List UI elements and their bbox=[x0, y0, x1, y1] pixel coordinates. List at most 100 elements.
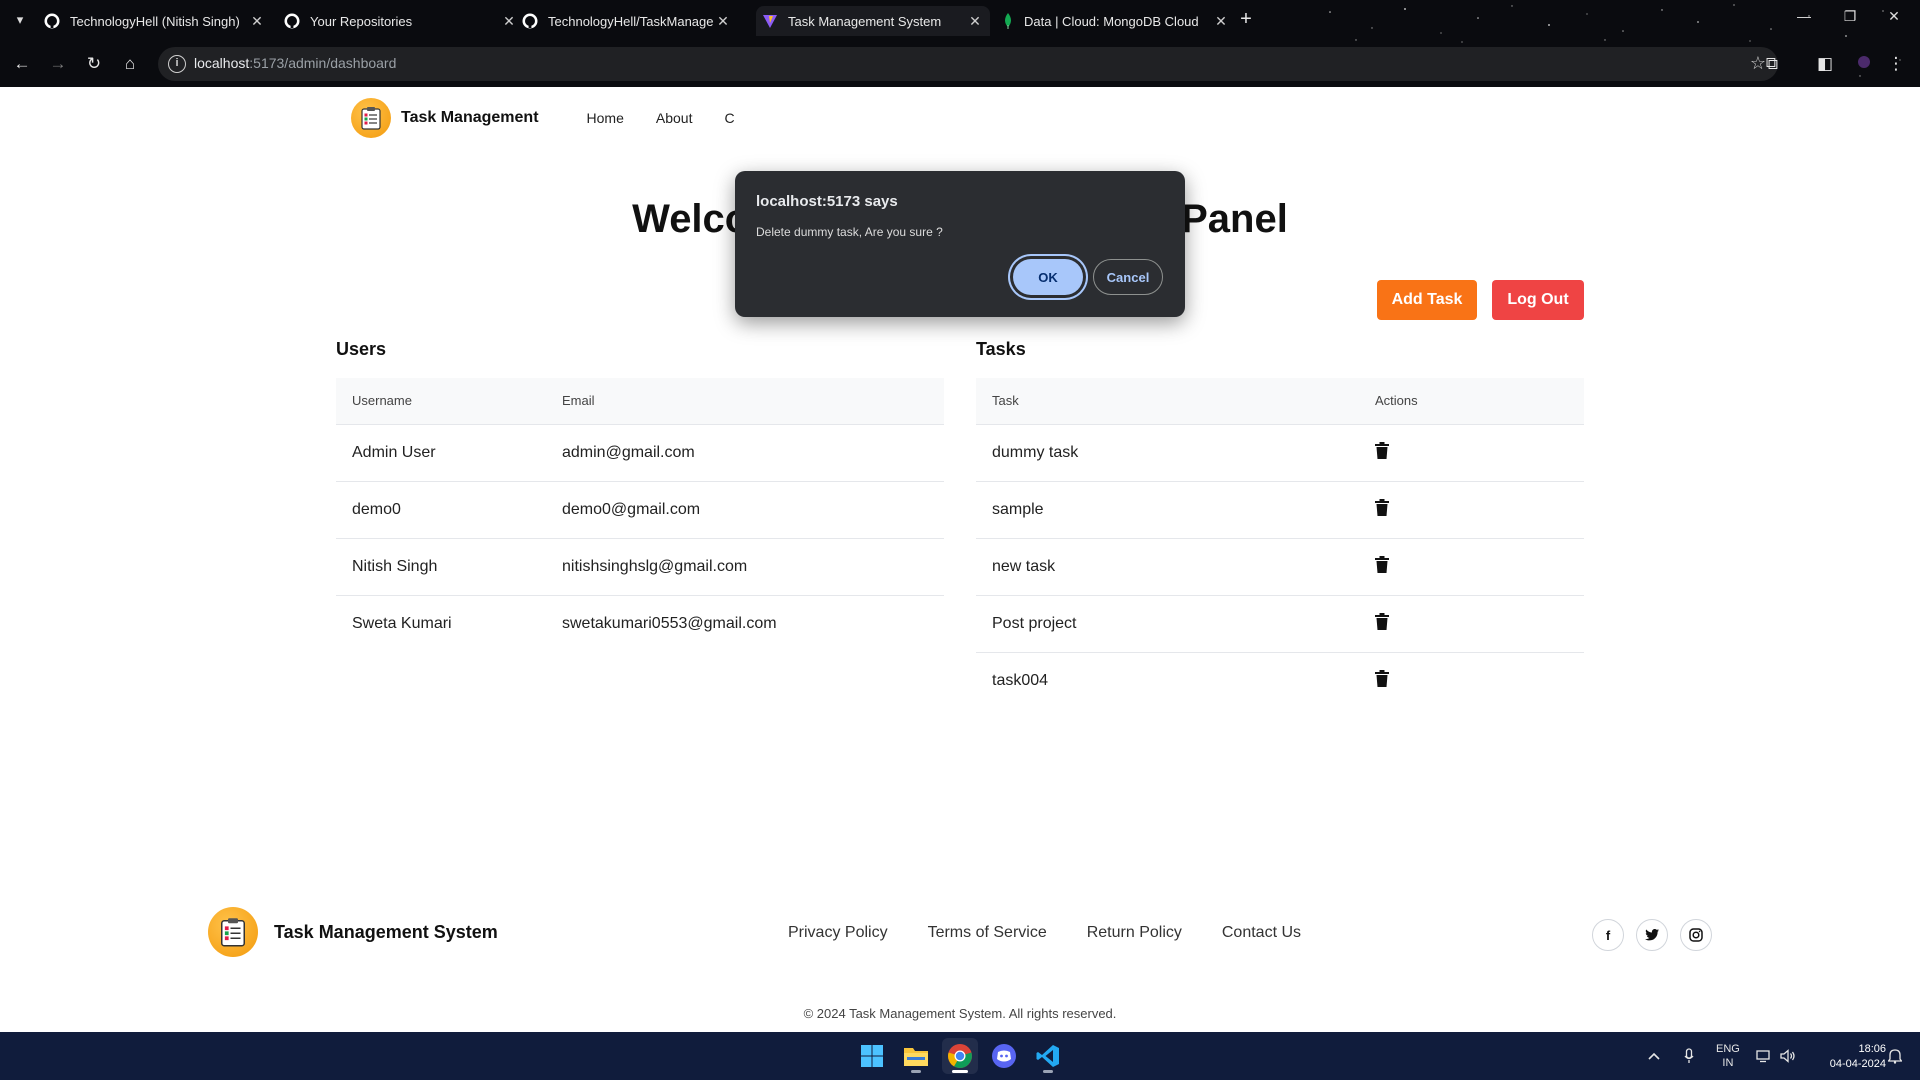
windows-start-icon[interactable] bbox=[854, 1038, 890, 1074]
trash-icon[interactable] bbox=[1375, 555, 1389, 573]
network-icon[interactable] bbox=[1756, 1032, 1772, 1080]
forward-arrow-icon[interactable]: → bbox=[46, 52, 70, 76]
minimize-icon[interactable]: — bbox=[1794, 8, 1814, 24]
site-info-icon[interactable]: i bbox=[168, 55, 186, 73]
trash-icon[interactable] bbox=[1375, 669, 1389, 687]
nav-link-home[interactable]: Home bbox=[587, 110, 624, 126]
tab-search-chevron-icon[interactable]: ▾ bbox=[10, 10, 30, 30]
dialog-cancel-button[interactable]: Cancel bbox=[1093, 259, 1163, 295]
trash-icon[interactable] bbox=[1375, 612, 1389, 630]
actions-cell bbox=[1359, 537, 1584, 595]
tab-your-repositories[interactable]: Your Repositories ✕ bbox=[284, 6, 518, 36]
profile-avatar-icon[interactable] bbox=[1852, 52, 1876, 76]
home-icon[interactable]: ⌂ bbox=[118, 52, 142, 76]
language-indicator[interactable]: ENG IN bbox=[1716, 1032, 1740, 1080]
close-tab-icon[interactable]: ✕ bbox=[500, 13, 518, 30]
browser-toolbar: ← → ↻ ⌂ i localhost:5173/admin/dashboard… bbox=[0, 44, 1920, 84]
clipboard-logo-icon[interactable] bbox=[208, 907, 258, 957]
reload-icon[interactable]: ↻ bbox=[82, 52, 106, 76]
email-cell: nitishsinghslg@gmail.com bbox=[546, 537, 944, 595]
close-tab-icon[interactable]: ✕ bbox=[1212, 13, 1230, 30]
navbar-brand[interactable]: Task Management bbox=[401, 109, 539, 127]
nav-link-about[interactable]: About bbox=[656, 110, 693, 126]
file-explorer-icon[interactable] bbox=[898, 1038, 934, 1074]
add-task-button[interactable]: Add Task bbox=[1377, 280, 1477, 320]
tab-taskmanagement-repo[interactable]: TechnologyHell/TaskManageme ✕ bbox=[522, 6, 732, 36]
email-cell: swetakumari0553@gmail.com bbox=[546, 594, 944, 652]
tab-technologyhell-profile[interactable]: TechnologyHell (Nitish Singh) ✕ bbox=[44, 6, 266, 36]
tab-title: TechnologyHell (Nitish Singh) bbox=[70, 13, 240, 29]
microphone-icon[interactable] bbox=[1684, 1032, 1694, 1080]
users-table: Username Email Admin User admin@gmail.co… bbox=[336, 378, 944, 652]
column-header-task: Task bbox=[976, 378, 1359, 424]
url-text[interactable]: localhost:5173/admin/dashboard bbox=[194, 55, 396, 71]
contact-us-link[interactable]: Contact Us bbox=[1222, 924, 1301, 942]
tab-strip: ▾ TechnologyHell (Nitish Singh) ✕ Your R… bbox=[0, 0, 1920, 42]
chrome-icon[interactable] bbox=[942, 1038, 978, 1074]
github-icon bbox=[284, 13, 300, 29]
language-code: ENG bbox=[1716, 1043, 1740, 1055]
actions-cell bbox=[1359, 651, 1584, 709]
instagram-icon[interactable] bbox=[1680, 919, 1712, 951]
show-hidden-icons-chevron-icon[interactable] bbox=[1648, 1032, 1660, 1080]
notification-bell-icon[interactable] bbox=[1888, 1032, 1902, 1080]
twitter-icon[interactable] bbox=[1636, 919, 1668, 951]
browser-menu-icon[interactable]: ⋮ bbox=[1884, 52, 1908, 76]
confirm-dialog: localhost:5173 says Delete dummy task, A… bbox=[735, 171, 1185, 317]
copyright-text: © 2024 Task Management System. All right… bbox=[803, 1006, 1117, 1021]
privacy-policy-link[interactable]: Privacy Policy bbox=[788, 924, 888, 942]
side-panel-icon[interactable]: ◧ bbox=[1813, 52, 1837, 76]
table-row: Sweta Kumari swetakumari0553@gmail.com bbox=[336, 594, 944, 652]
footer-brand-name: Task Management System bbox=[274, 921, 498, 942]
tab-task-management-system[interactable]: Task Management System ✕ bbox=[756, 6, 990, 36]
close-tab-icon[interactable]: ✕ bbox=[248, 13, 266, 30]
terms-of-service-link[interactable]: Terms of Service bbox=[928, 924, 1047, 942]
social-links: f bbox=[1592, 919, 1712, 951]
new-tab-plus-icon[interactable]: + bbox=[1236, 8, 1256, 31]
table-row: new task bbox=[976, 537, 1584, 595]
url-path: :5173/admin/dashboard bbox=[249, 55, 397, 71]
footer-links: Privacy Policy Terms of Service Return P… bbox=[788, 924, 1301, 942]
dialog-message: Delete dummy task, Are you sure ? bbox=[756, 225, 943, 239]
nav-link-partial[interactable]: C bbox=[724, 110, 734, 126]
clipboard-logo-icon[interactable] bbox=[351, 98, 391, 138]
discord-icon[interactable] bbox=[986, 1038, 1022, 1074]
actions-cell bbox=[1359, 480, 1584, 538]
tab-title: TechnologyHell/TaskManageme bbox=[548, 13, 714, 29]
admin-dashboard-page: Task Management Home About C Welcome to … bbox=[0, 87, 1920, 1032]
table-row: Post project bbox=[976, 594, 1584, 652]
address-bar[interactable]: i localhost:5173/admin/dashboard ☆ bbox=[158, 47, 1778, 81]
email-cell: admin@gmail.com bbox=[546, 423, 944, 481]
trash-icon[interactable] bbox=[1375, 498, 1389, 516]
restore-icon[interactable]: ❐ bbox=[1840, 8, 1860, 25]
actions-cell bbox=[1359, 423, 1584, 481]
task-name-cell: task004 bbox=[976, 651, 1359, 709]
nav-links: Home About C bbox=[587, 110, 735, 126]
back-arrow-icon[interactable]: ← bbox=[10, 52, 34, 76]
table-row: demo0 demo0@gmail.com bbox=[336, 480, 944, 538]
running-indicator bbox=[1043, 1070, 1053, 1073]
clock-time: 18:06 bbox=[1858, 1043, 1886, 1055]
return-policy-link[interactable]: Return Policy bbox=[1087, 924, 1182, 942]
table-row: task004 bbox=[976, 651, 1584, 709]
close-window-icon[interactable]: ✕ bbox=[1884, 8, 1904, 25]
top-navbar: Task Management Home About C bbox=[351, 95, 735, 141]
tab-title: Data | Cloud: MongoDB Cloud bbox=[1024, 13, 1199, 29]
tab-mongodb-cloud[interactable]: Data | Cloud: MongoDB Cloud ✕ bbox=[1000, 6, 1230, 36]
dialog-ok-button[interactable]: OK bbox=[1013, 259, 1083, 295]
mongodb-leaf-icon bbox=[1000, 13, 1016, 29]
github-icon bbox=[44, 13, 60, 29]
vscode-icon[interactable] bbox=[1030, 1038, 1066, 1074]
users-section-title: Users bbox=[336, 339, 387, 359]
close-tab-icon[interactable]: ✕ bbox=[714, 13, 732, 30]
trash-icon[interactable] bbox=[1375, 441, 1389, 459]
log-out-button[interactable]: Log Out bbox=[1492, 280, 1584, 320]
extensions-puzzle-icon[interactable]: ⧉ bbox=[1760, 52, 1784, 76]
close-tab-icon[interactable]: ✕ bbox=[966, 13, 984, 30]
facebook-icon[interactable]: f bbox=[1592, 919, 1624, 951]
system-clock[interactable]: 18:06 04-04-2024 bbox=[1806, 1042, 1886, 1072]
volume-icon[interactable] bbox=[1780, 1032, 1796, 1080]
vite-icon bbox=[762, 13, 778, 29]
column-header-email: Email bbox=[546, 378, 944, 424]
tasks-section-title: Tasks bbox=[976, 339, 1026, 359]
